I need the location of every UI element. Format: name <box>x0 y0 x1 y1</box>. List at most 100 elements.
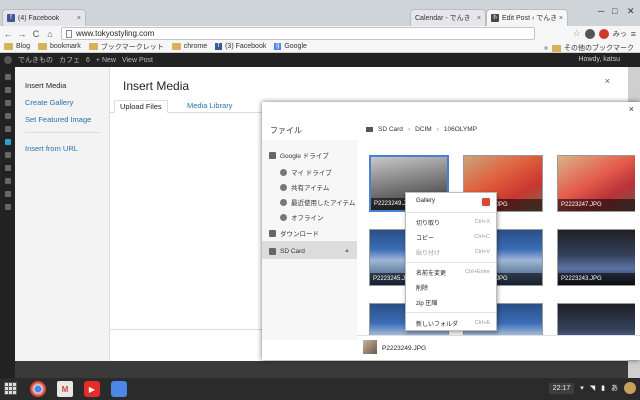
file-thumbnail[interactable]: P2223247.JPG <box>557 155 635 212</box>
users-icon[interactable] <box>4 178 11 184</box>
download-icon <box>269 229 276 237</box>
other-bookmarks-label: その他のブックマーク <box>564 45 634 52</box>
wifi-icon[interactable]: ◥ <box>590 384 595 392</box>
network-icon[interactable]: ▾ <box>580 384 584 392</box>
menu-set-featured-image[interactable]: Set Featured Image <box>25 115 91 124</box>
modal-close-button[interactable]: × <box>605 76 610 86</box>
tab-close-button[interactable]: × <box>477 15 481 22</box>
ctx-paste[interactable]: 貼り付け <box>416 248 440 257</box>
tab-edit-post[interactable]: h Edit Post ‹ でんき × <box>486 9 568 26</box>
other-bookmarks[interactable]: » その他のブックマーク <box>544 43 634 53</box>
media-icon[interactable] <box>4 100 11 106</box>
wordpress-logo-icon[interactable] <box>4 56 12 64</box>
tab-media-library[interactable]: Media Library <box>182 100 237 113</box>
bookmark-bookmark[interactable]: bookmark <box>38 43 81 50</box>
comments-icon[interactable] <box>4 139 11 145</box>
sidebar-item-google-drive[interactable]: Google ドライブ <box>269 150 329 160</box>
window-close-button[interactable]: ✕ <box>627 6 635 17</box>
settings-icon[interactable] <box>4 204 11 210</box>
bookmark-facebook[interactable]: f (3) Facebook <box>215 43 266 50</box>
chrome-icon[interactable] <box>598 28 609 39</box>
comments-count[interactable]: 6 <box>86 57 90 64</box>
bookmarks-more-button[interactable]: » <box>544 45 548 52</box>
menu-create-gallery[interactable]: Create Gallery <box>25 98 73 107</box>
links-icon[interactable] <box>4 113 11 119</box>
minimize-button[interactable]: ─ <box>598 6 604 16</box>
sidebar-item-my-drive[interactable]: マイ ドライブ <box>280 167 332 177</box>
media-frame-menu: Insert Media Create Gallery Set Featured… <box>15 67 110 361</box>
clock[interactable]: 22:17 <box>548 382 575 394</box>
bookmark-label: chrome <box>183 43 208 50</box>
ctx-rename[interactable]: 名前を変更 <box>416 268 446 277</box>
menu-insert-media[interactable]: Insert Media <box>25 81 66 90</box>
bookmark-bookmarklet[interactable]: ブックマークレット <box>88 42 164 52</box>
tab-facebook[interactable]: f (4) Facebook × <box>2 9 86 26</box>
tools-icon[interactable] <box>4 191 11 197</box>
files-icon[interactable] <box>111 381 127 397</box>
avatar[interactable] <box>624 382 636 394</box>
star-icon[interactable]: ☆ <box>573 28 581 39</box>
howdy-user[interactable]: Howdy, katsu <box>579 56 621 63</box>
bookmark-chrome[interactable]: chrome <box>171 43 208 50</box>
file-thumbnail[interactable]: P2223243.JPG <box>557 229 635 286</box>
sd-card-icon <box>269 248 276 255</box>
ctx-gallery[interactable]: Gallery <box>416 198 435 204</box>
ime-indicator[interactable]: あ <box>611 383 618 393</box>
sidebar-item-downloads[interactable]: ダウンロード <box>269 228 319 238</box>
menu-insert-from-url[interactable]: Insert from URL <box>25 144 78 153</box>
sd-card-icon <box>366 127 373 132</box>
home-button[interactable]: ⌂ <box>44 29 56 39</box>
sidebar-label: ダウンロード <box>280 231 319 238</box>
gmail-icon[interactable]: M <box>57 381 73 397</box>
customize-link[interactable]: カフェ <box>59 55 80 65</box>
sidebar-item-shared[interactable]: 共有アイテム <box>280 182 329 192</box>
youtube-icon[interactable]: ▶ <box>84 381 100 397</box>
modal-title: Insert Media <box>123 79 190 93</box>
sidebar-item-offline[interactable]: オフライン <box>280 212 324 222</box>
sidebar-label: SD Card <box>280 248 305 255</box>
pages-icon[interactable] <box>4 126 11 132</box>
folder-icon <box>38 43 48 50</box>
address-bar[interactable]: www.tokyostyling.com <box>61 27 535 40</box>
tab-upload-files[interactable]: Upload Files <box>114 100 168 113</box>
site-name[interactable]: でんきもの <box>18 55 53 65</box>
ctx-zip[interactable]: zip 圧縮 <box>416 298 437 307</box>
plugins-icon[interactable] <box>4 165 11 171</box>
ctx-copy[interactable]: コピー <box>416 233 434 242</box>
dialog-close-button[interactable]: × <box>629 104 634 114</box>
eject-icon[interactable]: ▲ <box>344 248 350 254</box>
bookmark-google[interactable]: g Google <box>274 43 307 50</box>
bookmark-blog[interactable]: Blog <box>4 43 30 50</box>
maximize-button[interactable]: □ <box>612 6 617 16</box>
translate-icon[interactable]: みっ <box>613 29 627 39</box>
ctx-new-folder[interactable]: 新しいフォルダ <box>416 319 458 328</box>
ctx-delete[interactable]: 削除 <box>416 283 428 292</box>
app-launcher-icon[interactable] <box>4 382 17 395</box>
breadcrumb-dcim[interactable]: DCIM <box>415 126 432 133</box>
ctx-cut[interactable]: 切り取り <box>416 218 440 227</box>
chrome-icon[interactable] <box>30 381 46 397</box>
posts-icon[interactable] <box>4 87 11 93</box>
sidebar-item-recent[interactable]: 最近使用したアイテム <box>280 197 355 207</box>
dashboard-icon[interactable] <box>4 74 11 80</box>
extension-icons: ☆ みっ ≡ <box>573 28 636 39</box>
appearance-icon[interactable] <box>4 152 11 158</box>
tab-close-button[interactable]: × <box>559 15 563 22</box>
battery-icon[interactable]: ▮ <box>601 384 605 392</box>
tab-close-button[interactable]: × <box>77 15 81 22</box>
extension-icon[interactable] <box>584 28 595 39</box>
menu-icon[interactable]: ≡ <box>631 29 636 39</box>
breadcrumb-sd-card[interactable]: SD Card <box>378 126 403 133</box>
view-post-link[interactable]: View Post <box>122 57 153 64</box>
tab-calendar[interactable]: Calendar - でんき × <box>410 9 486 26</box>
sidebar-item-sd-card[interactable]: SD Card <box>269 248 305 255</box>
back-button[interactable]: ← <box>2 29 14 39</box>
ctx-rename-shortcut: Ctrl+Enter <box>465 269 490 275</box>
new-content-link[interactable]: + New <box>96 57 116 64</box>
status-tray[interactable]: 22:17 ▾ ◥ ▮ あ <box>548 382 636 394</box>
browser-toolbar: ← → C ⌂ www.tokyostyling.com ☆ みっ ≡ <box>0 26 640 41</box>
file-thumbnail[interactable]: P2223240.JPG <box>557 303 635 335</box>
forward-button[interactable]: → <box>16 29 28 39</box>
breadcrumb-106olymp[interactable]: 106OLYMP <box>444 126 477 133</box>
reload-button[interactable]: C <box>30 29 42 39</box>
